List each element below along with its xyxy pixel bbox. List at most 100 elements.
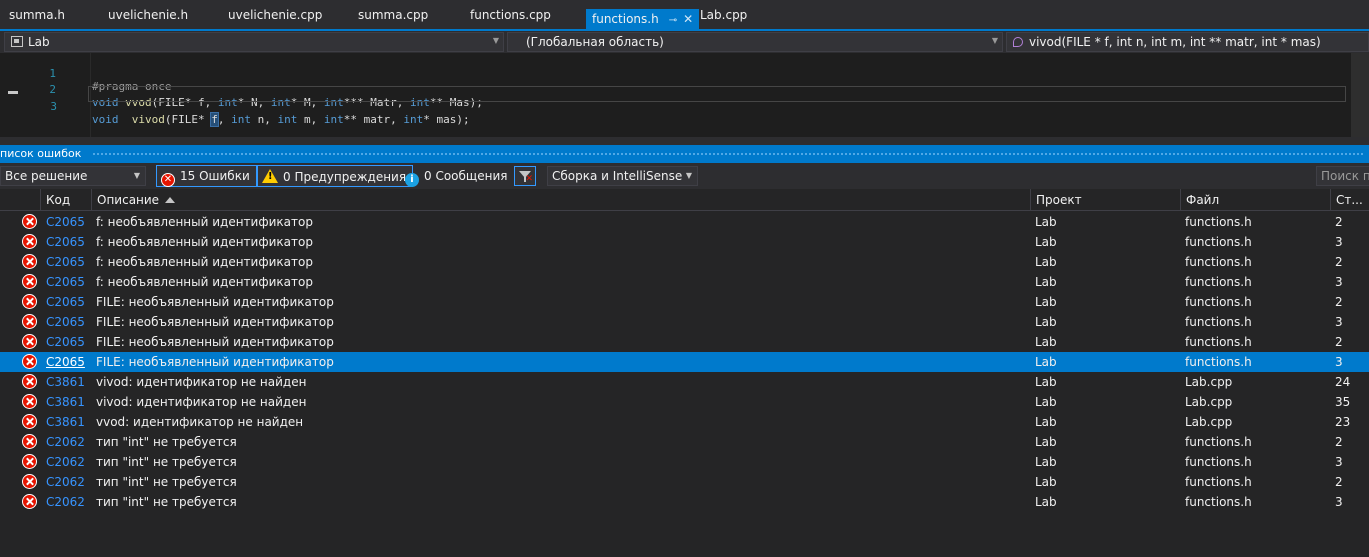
project-dropdown[interactable]: Lab ▼ <box>4 32 504 52</box>
table-row[interactable]: C3861 vivod: идентификатор не найден Lab La… <box>0 372 1369 392</box>
member-dropdown[interactable]: vivod(FILE * f, int n, int m, int ** mat… <box>1006 32 1369 52</box>
tab-uvelichenie-h[interactable]: uvelichenie.h <box>108 8 188 29</box>
error-project: Lab <box>1035 335 1057 349</box>
clear-filter-button[interactable]: ✕ <box>514 166 536 186</box>
table-row[interactable]: C3861 vvod: идентификатор не найден Lab Lab… <box>0 412 1369 432</box>
error-icon <box>22 294 37 309</box>
error-file: Lab.cpp <box>1185 375 1233 389</box>
error-file: functions.h <box>1185 335 1252 349</box>
error-line: 3 <box>1335 315 1343 329</box>
error-line: 2 <box>1335 295 1343 309</box>
error-code-link[interactable]: C2065 <box>46 355 85 369</box>
error-project: Lab <box>1035 255 1057 269</box>
error-code-link[interactable]: C2065 <box>46 275 85 289</box>
error-description: тип "int" не требуется <box>96 435 237 449</box>
grid-header: Код Описание Проект Файл Ст... <box>0 189 1369 211</box>
errors-filter-button[interactable]: ✕ 15 Ошибки <box>156 165 257 187</box>
error-file: functions.h <box>1185 495 1252 509</box>
error-project: Lab <box>1035 395 1057 409</box>
error-description: FILE: необъявленный идентификатор <box>96 335 334 349</box>
column-header-project[interactable]: Проект <box>1030 189 1180 211</box>
pin-icon[interactable]: ⊸ <box>669 15 677 26</box>
warnings-filter-button[interactable]: 0 Предупреждения <box>257 165 414 187</box>
error-file: functions.h <box>1185 315 1252 329</box>
error-icon <box>22 314 37 329</box>
code-editor[interactable]: 1 #pragma once 2 void vvod(FILE* f, int*… <box>0 53 1369 137</box>
column-header-code[interactable]: Код <box>40 189 92 211</box>
tab-functions-cpp[interactable]: functions.cpp <box>470 8 551 29</box>
error-project: Lab <box>1035 415 1057 429</box>
error-icon: ✕ <box>161 173 175 187</box>
column-header-line[interactable]: Ст... <box>1330 189 1369 211</box>
error-icon <box>22 274 37 289</box>
error-code-link[interactable]: C2062 <box>46 435 85 449</box>
error-line: 2 <box>1335 335 1343 349</box>
error-code-link[interactable]: C3861 <box>46 395 85 409</box>
tab-summa-cpp[interactable]: summa.cpp <box>358 8 428 29</box>
error-code-link[interactable]: C3861 <box>46 415 85 429</box>
error-list-toolbar: Все решение ▼ ✕ 15 Ошибки 0 Предупреждени… <box>0 163 1369 189</box>
error-code-link[interactable]: C2062 <box>46 475 85 489</box>
build-filter-dropdown[interactable]: Сборка и IntelliSense ▼ <box>547 166 698 186</box>
error-icon <box>22 214 37 229</box>
error-icon <box>22 414 37 429</box>
tab-functions-h-label: functions.h <box>592 12 659 26</box>
error-line: 3 <box>1335 355 1343 369</box>
table-row[interactable]: C2065 f: необъявленный идентификатор Lab fu… <box>0 212 1369 232</box>
error-file: Lab.cpp <box>1185 395 1233 409</box>
error-icon <box>22 454 37 469</box>
chevron-down-icon: ▼ <box>685 171 692 180</box>
column-header-description-label: Описание <box>97 193 160 207</box>
table-row[interactable]: C2062 тип "int" не требуется Lab functions.… <box>0 452 1369 472</box>
tab-functions-h[interactable]: functions.h ⊸ ✕ <box>586 9 700 31</box>
table-row[interactable]: C2062 тип "int" не требуется Lab functions.… <box>0 492 1369 512</box>
scope-filter-dropdown[interactable]: Все решение ▼ <box>0 166 146 186</box>
error-code-link[interactable]: C3861 <box>46 375 85 389</box>
error-code-link[interactable]: C2065 <box>46 315 85 329</box>
error-line: 2 <box>1335 435 1343 449</box>
error-file: functions.h <box>1185 355 1252 369</box>
tab-summa-h[interactable]: summa.h <box>9 8 65 29</box>
table-row[interactable]: C2065 f: необъявленный идентификатор Lab fu… <box>0 252 1369 272</box>
table-row[interactable]: C2065 f: необъявленный идентификатор Lab fu… <box>0 232 1369 252</box>
table-row[interactable]: C2062 тип "int" не требуется Lab functions.… <box>0 472 1369 492</box>
error-project: Lab <box>1035 455 1057 469</box>
error-code-link[interactable]: C2065 <box>46 295 85 309</box>
table-row[interactable]: C2062 тип "int" не требуется Lab functions.… <box>0 432 1369 452</box>
error-code-link[interactable]: C2062 <box>46 455 85 469</box>
error-description: vivod: идентификатор не найден <box>96 395 307 409</box>
table-row[interactable]: C2065 FILE: необъявленный идентификатор La… <box>0 352 1369 372</box>
error-code-link[interactable]: C2065 <box>46 235 85 249</box>
error-description: vvod: идентификатор не найден <box>96 415 304 429</box>
error-line: 3 <box>1335 235 1343 249</box>
column-header-description[interactable]: Описание <box>91 189 1033 211</box>
error-line: 24 <box>1335 375 1351 389</box>
panel-splitter[interactable] <box>0 137 1369 145</box>
table-row[interactable]: C2065 FILE: необъявленный идентификатор La… <box>0 332 1369 352</box>
error-code-link[interactable]: C2065 <box>46 335 85 349</box>
code-line: 2 void vvod(FILE* f, int* N, int* M, int… <box>0 70 1350 109</box>
error-file: functions.h <box>1185 295 1252 309</box>
scope-dropdown[interactable]: (Глобальная область) ▼ <box>507 32 1003 52</box>
line-number: 2 <box>49 83 56 96</box>
chevron-down-icon: ▼ <box>492 36 499 45</box>
error-code-link[interactable]: C2062 <box>46 495 85 509</box>
tab-uvelichenie-cpp[interactable]: uvelichenie.cpp <box>228 8 322 29</box>
error-search-input[interactable]: Поиск по <box>1316 166 1369 186</box>
column-header-file[interactable]: Файл <box>1180 189 1330 211</box>
error-icon <box>22 374 37 389</box>
error-code-link[interactable]: C2065 <box>46 255 85 269</box>
error-project: Lab <box>1035 435 1057 449</box>
error-code-link[interactable]: C2065 <box>46 215 85 229</box>
editor-scrollbar[interactable] <box>1351 53 1369 137</box>
error-icon <box>22 254 37 269</box>
table-row[interactable]: C2065 FILE: необъявленный идентификатор La… <box>0 312 1369 332</box>
table-row[interactable]: C2065 f: необъявленный идентификатор Lab fu… <box>0 272 1369 292</box>
messages-filter-button[interactable]: i 0 Сообщения <box>400 165 514 187</box>
table-row[interactable]: C2065 FILE: необъявленный идентификатор La… <box>0 292 1369 312</box>
table-row[interactable]: C3861 vivod: идентификатор не найден Lab La… <box>0 392 1369 412</box>
error-file: functions.h <box>1185 235 1252 249</box>
error-project: Lab <box>1035 475 1057 489</box>
close-icon[interactable]: ✕ <box>683 12 693 26</box>
tab-lab-cpp[interactable]: Lab.cpp <box>700 8 747 29</box>
